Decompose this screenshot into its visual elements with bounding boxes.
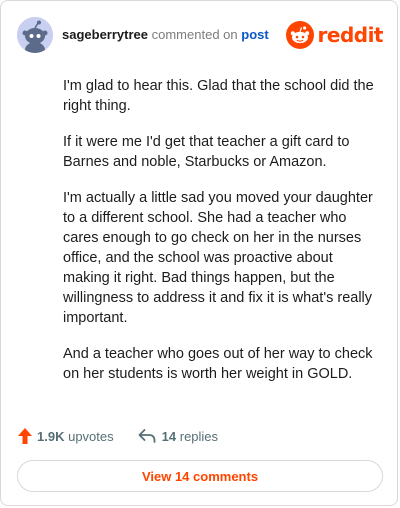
post-link[interactable]: post bbox=[241, 27, 268, 42]
comment-paragraph: And a teacher who goes out of her way to… bbox=[63, 346, 373, 382]
comment-paragraph: If it were me I'd get that teacher a gif… bbox=[63, 134, 350, 170]
reddit-logo[interactable]: reddit bbox=[285, 18, 384, 52]
upvote-count: 1.9K bbox=[37, 428, 65, 444]
reply-count: 14 bbox=[161, 428, 177, 444]
byline: sageberrytree commented on post bbox=[62, 26, 269, 44]
comment-body: I'm glad to hear this. Glad that the sch… bbox=[63, 76, 379, 400]
reply-arrow-icon bbox=[138, 429, 156, 443]
reply-label: replies bbox=[179, 428, 219, 444]
comment-header: sageberrytree commented on post reddit bbox=[17, 17, 384, 53]
comment-paragraph: I'm glad to hear this. Glad that the sch… bbox=[63, 78, 374, 114]
avatar[interactable] bbox=[17, 17, 53, 53]
view-comments-button[interactable]: View 14 comments bbox=[17, 460, 383, 492]
replies-button[interactable]: 14 replies bbox=[138, 428, 218, 444]
action-text: commented on bbox=[151, 27, 238, 42]
comment-card: sageberrytree commented on post reddit I… bbox=[0, 0, 398, 506]
reddit-logo-icon bbox=[285, 21, 314, 49]
comment-actions: 1.9K upvotes 14 replies bbox=[17, 425, 218, 447]
upvote-button[interactable]: 1.9K upvotes bbox=[17, 427, 114, 445]
username[interactable]: sageberrytree bbox=[62, 27, 148, 42]
upvote-label: upvotes bbox=[68, 428, 114, 444]
upvote-arrow-icon bbox=[18, 428, 32, 444]
snoo-avatar-icon bbox=[17, 17, 53, 53]
reddit-wordmark: reddit bbox=[317, 23, 384, 47]
comment-paragraph: I'm actually a little sad you moved your… bbox=[63, 190, 373, 326]
